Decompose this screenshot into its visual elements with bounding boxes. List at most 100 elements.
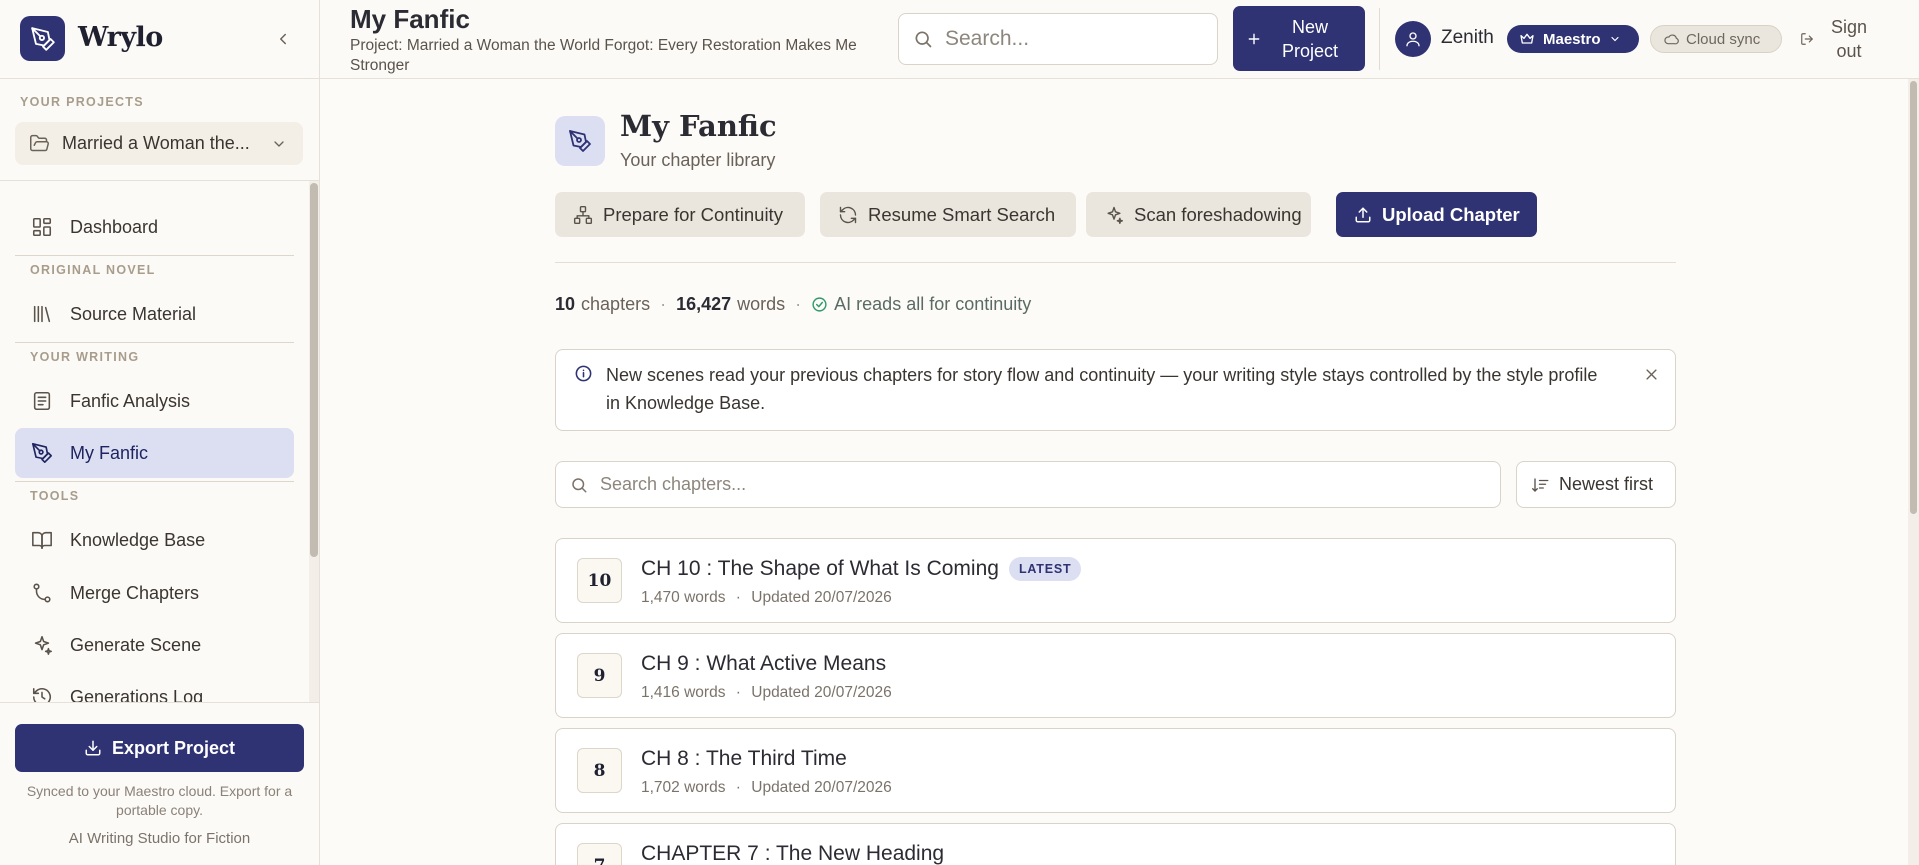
layout-grid-icon	[30, 215, 54, 239]
upload-icon	[1354, 206, 1372, 224]
chapter-search-input[interactable]	[600, 474, 1480, 495]
scrollbar-thumb[interactable]	[310, 183, 318, 557]
divider	[15, 342, 294, 343]
chevron-down-icon	[1609, 33, 1621, 45]
cloud-sync-badge: Cloud sync	[1650, 25, 1782, 53]
sidebar-footer: Export Project Synced to your Maestro cl…	[0, 702, 319, 865]
chapter-title: CHAPTER 7 : The New Heading	[641, 842, 945, 865]
sidebar-item-merge-chapters[interactable]: Merge Chapters	[15, 568, 294, 618]
sidebar-item-my-fanfic[interactable]: My Fanfic	[15, 428, 294, 478]
section-label-tools: TOOLS	[30, 489, 80, 503]
chapter-card[interactable]: 9 CH 9 : What Active Means 1,416 words ·…	[555, 633, 1676, 718]
sidebar-item-generations-log[interactable]: Generations Log	[15, 672, 294, 702]
upload-chapter-button[interactable]: Upload Chapter	[1336, 192, 1537, 237]
new-project-button[interactable]: New Project	[1233, 6, 1365, 71]
main-scrollbar[interactable]	[1908, 79, 1919, 865]
scrollbar-thumb[interactable]	[1910, 81, 1917, 514]
sidebar-item-generate-scene[interactable]: Generate Scene	[15, 620, 294, 670]
sidebar-item-label: Fanfic Analysis	[70, 390, 191, 411]
chapter-title-row: CHAPTER 7 : The New Heading	[641, 842, 944, 865]
info-icon	[574, 364, 593, 383]
sidebar-item-dashboard[interactable]: Dashboard	[15, 202, 294, 252]
sidebar: Wrylo YOUR PROJECTS Married a Woman the.…	[0, 0, 320, 865]
sidebar-scrollbar[interactable]	[309, 181, 319, 702]
separator-dot: ·	[735, 589, 741, 606]
sign-out-button[interactable]: Sign out	[1800, 14, 1870, 64]
network-icon	[573, 205, 593, 225]
chapter-updated: Updated 20/07/2026	[751, 779, 892, 796]
sync-note: Synced to your Maestro cloud. Export for…	[26, 783, 293, 818]
resume-label: Resume Smart Search	[868, 203, 1056, 225]
project-selector[interactable]: Married a Woman the...	[15, 122, 303, 165]
chevron-down-icon	[271, 136, 287, 152]
cloud-icon	[1663, 31, 1679, 47]
sidebar-item-label: Dashboard	[70, 216, 159, 237]
global-search[interactable]	[898, 13, 1218, 65]
sidebar-nav: Dashboard ORIGINAL NOVEL Source Material…	[0, 181, 319, 702]
library-icon	[30, 302, 54, 326]
chapter-card[interactable]: 10 CH 10 : The Shape of What Is Coming L…	[555, 538, 1676, 623]
plan-label: Maestro	[1543, 30, 1601, 48]
info-message: New scenes read your previous chapters f…	[606, 365, 1598, 413]
prepare-for-continuity-button[interactable]: Prepare for Continuity	[555, 192, 805, 237]
refresh-icon	[838, 205, 858, 225]
sidebar-item-fanfic-analysis[interactable]: Fanfic Analysis	[15, 376, 294, 426]
upload-label: Upload Chapter	[1382, 203, 1520, 225]
chapter-words: 1,470 words	[641, 589, 726, 606]
plan-badge[interactable]: Maestro	[1507, 25, 1639, 53]
close-icon[interactable]	[1641, 364, 1661, 384]
divider	[15, 255, 294, 256]
divider	[555, 262, 1676, 263]
chapter-title-row: CH 9 : What Active Means	[641, 652, 886, 676]
chapter-updated: Updated 20/07/2026	[751, 589, 892, 606]
avatar[interactable]	[1395, 21, 1431, 57]
chapter-card[interactable]: 7 CHAPTER 7 : The New Heading	[555, 823, 1676, 865]
resume-smart-search-button[interactable]: Resume Smart Search	[820, 192, 1076, 237]
crown-icon	[1519, 31, 1535, 47]
export-project-label: Export Project	[111, 737, 236, 758]
chapter-search[interactable]	[555, 461, 1501, 508]
global-search-input[interactable]	[945, 27, 1195, 51]
pen-tool-icon	[30, 441, 54, 465]
chapter-title-row: CH 10 : The Shape of What Is Coming LATE…	[641, 557, 1082, 581]
sort-button[interactable]: Newest first	[1516, 461, 1676, 508]
library-stats: 10 chapters · 16,427 words · AI reads al…	[555, 294, 1031, 315]
chapter-number: 7	[577, 843, 622, 865]
chapter-number: 8	[577, 748, 622, 793]
library-subtitle: Your chapter library	[620, 150, 776, 170]
brand-name: Wrylo	[78, 22, 163, 53]
chapter-card[interactable]: 8 CH 8 : The Third Time 1,702 words · Up…	[555, 728, 1676, 813]
check-circle-icon	[811, 296, 828, 313]
log-out-icon	[1800, 32, 1814, 46]
document-icon	[30, 389, 54, 413]
pen-tool-icon	[555, 116, 605, 166]
sidebar-item-label: Generations Log	[70, 686, 204, 703]
ai-continuity-note: AI reads all for continuity	[834, 294, 1032, 314]
scan-foreshadowing-button[interactable]: Scan foreshadowing	[1086, 192, 1311, 237]
divider	[15, 481, 294, 482]
sidebar-item-label: Knowledge Base	[70, 529, 206, 550]
cloud-sync-label: Cloud sync	[1686, 30, 1761, 48]
chevron-left-icon[interactable]	[270, 26, 296, 52]
sidebar-item-source-material[interactable]: Source Material	[15, 289, 294, 339]
git-merge-icon	[30, 581, 54, 605]
projects-label: YOUR PROJECTS	[20, 95, 144, 109]
divider	[1379, 8, 1380, 70]
chapter-words: 1,702 words	[641, 779, 726, 796]
history-icon	[30, 685, 54, 702]
search-icon	[913, 29, 933, 49]
chapters-count: 10	[555, 294, 576, 314]
user-name: Zenith	[1441, 27, 1494, 48]
library-title: My Fanfic	[620, 109, 777, 143]
prepare-label: Prepare for Continuity	[603, 203, 783, 225]
sidebar-item-label: Merge Chapters	[70, 582, 200, 603]
pen-nib-icon[interactable]	[20, 16, 65, 61]
section-label-your-writing: YOUR WRITING	[30, 350, 140, 364]
sidebar-item-label: Generate Scene	[70, 634, 202, 655]
separator-dot: ·	[735, 684, 741, 701]
separator-dot: ·	[795, 294, 802, 314]
export-project-button[interactable]: Export Project	[15, 724, 304, 772]
sort-label: Newest first	[1559, 474, 1654, 494]
sidebar-item-knowledge-base[interactable]: Knowledge Base	[15, 515, 294, 565]
chapter-updated: Updated 20/07/2026	[751, 684, 892, 701]
